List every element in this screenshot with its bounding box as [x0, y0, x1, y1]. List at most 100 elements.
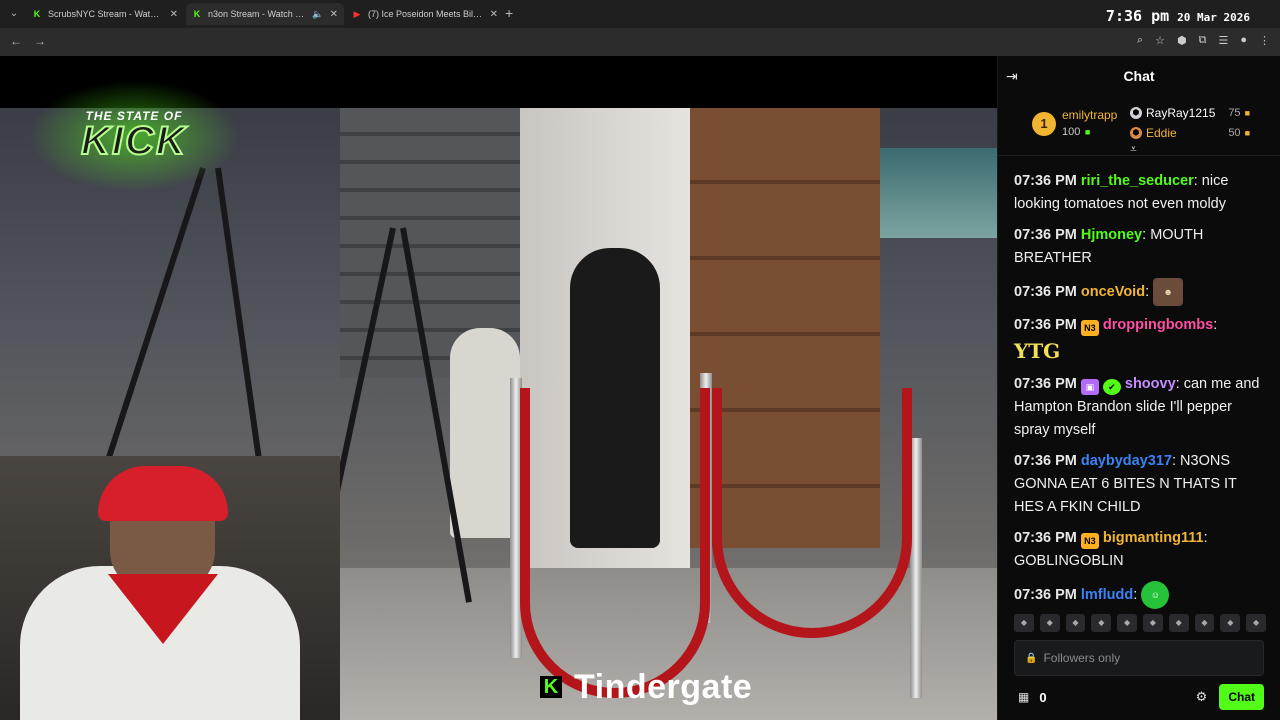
- emote-icon[interactable]: ◆: [1168, 614, 1189, 632]
- gift-icon: ■: [1084, 127, 1091, 137]
- chat-panel: ⇥ Chat 1 emilytrapp 100 ■ ⬢ RayRay1215 7…: [997, 56, 1280, 720]
- leaderboard-count: 75: [1228, 107, 1241, 119]
- caption-text: Tindergate: [574, 667, 753, 706]
- browser-tab-bar: ⌄ K ScrubsNYC Stream - Watch Live ✕ K n3…: [0, 0, 1280, 28]
- ytg-emote: YTG: [1014, 339, 1061, 363]
- n3-badge-icon: N3: [1080, 533, 1099, 549]
- speaker-icon[interactable]: 🔈: [312, 9, 323, 20]
- tab-title: (7) Ice Poseidon Meets Bill Clint: [368, 9, 484, 19]
- reading-list-icon[interactable]: ☰: [1218, 34, 1228, 47]
- message-time: 07:36 PM: [1014, 227, 1077, 243]
- gift-icon: ■: [1244, 108, 1250, 118]
- forward-arrow-icon[interactable]: →: [34, 34, 46, 48]
- kick-icon: K: [33, 9, 41, 19]
- kick-logo-icon: K: [540, 676, 562, 698]
- message-time: 07:36 PM: [1014, 317, 1077, 333]
- lock-icon: 🔒: [1025, 652, 1038, 664]
- velvet-rope: [520, 388, 710, 698]
- state-of-kick-logo: THE STATE OF KICK: [28, 80, 240, 192]
- logo-main-text: KICK: [80, 118, 187, 164]
- gear-icon[interactable]: ⚙: [1196, 689, 1208, 705]
- emote-icon[interactable]: ◆: [1014, 614, 1034, 632]
- message-username[interactable]: shoovy: [1125, 376, 1176, 392]
- message-time: 07:36 PM: [1014, 530, 1077, 546]
- chat-message: 07:36 PM daybyday317: N3ONS GONNA EAT 6 B…: [1014, 453, 1237, 515]
- chat-input[interactable]: 🔒 Followers only: [1014, 640, 1264, 676]
- star-icon[interactable]: ☆: [1155, 34, 1165, 47]
- tab-n3on[interactable]: K n3on Stream - Watch Live o 🔈 ✕: [186, 3, 344, 25]
- chat-message: 07:36 PM riri_the_seducer: nice looking t…: [1014, 173, 1229, 212]
- leaderboard-username: Eddie: [1146, 126, 1177, 140]
- clock: 7:36 pm 20 Mar 2026: [1106, 7, 1250, 25]
- chat-message: 07:36 PM N3 bigmanting111: GOBLINGOBLIN: [1014, 530, 1208, 569]
- zoom-icon[interactable]: ⌕: [1137, 34, 1143, 47]
- message-username[interactable]: Hjmoney: [1081, 227, 1142, 243]
- close-icon[interactable]: ✕: [170, 9, 178, 20]
- chat-message: 07:36 PM lmfludd: ☺: [1014, 581, 1270, 609]
- leaderboard-count: 100: [1062, 126, 1081, 138]
- kick-icon: K: [193, 9, 201, 19]
- message-username[interactable]: lmfludd: [1081, 587, 1133, 603]
- back-arrow-icon[interactable]: ←: [10, 34, 22, 48]
- message-time: 07:36 PM: [1014, 376, 1077, 392]
- window-background: [880, 148, 997, 238]
- leaderboard-first[interactable]: 1 emilytrapp 100 ■: [1032, 108, 1117, 140]
- extension-icon[interactable]: ⬢: [1177, 34, 1187, 47]
- message-username[interactable]: bigmanting111: [1103, 530, 1204, 546]
- puzzle-icon[interactable]: ⧉: [1199, 34, 1207, 47]
- emote-quick-bar: ◆ ◆ ◆ ◆ ◆ ◆ ◆ ◆ ◆ ◆: [1014, 614, 1266, 632]
- chat-message: 07:36 PM onceVoid: ☻: [1014, 278, 1270, 306]
- chat-message: 07:36 PM N3 droppingbombs: YTG: [1014, 317, 1218, 363]
- leaderboard-username: RayRay1215: [1146, 106, 1216, 120]
- message-time: 07:36 PM: [1014, 283, 1077, 300]
- leaderboard-count: 50: [1228, 127, 1241, 139]
- clock-date: 20 Mar 2026: [1177, 11, 1250, 24]
- emote-icon[interactable]: ◆: [1246, 614, 1266, 632]
- profile-avatar-icon[interactable]: ●: [1240, 34, 1247, 47]
- youtube-icon: ▶: [353, 9, 361, 19]
- chat-header: ⇥ Chat: [998, 56, 1280, 96]
- leaderboard-second[interactable]: ⬢ RayRay1215 75 ■: [1130, 106, 1250, 120]
- message-username[interactable]: onceVoid: [1081, 284, 1145, 300]
- message-username[interactable]: daybyday317: [1081, 453, 1172, 469]
- new-tab-button[interactable]: +: [505, 5, 513, 21]
- pinned-expand-icon[interactable]: ⩡: [1130, 142, 1137, 157]
- send-chat-button[interactable]: Chat: [1219, 684, 1264, 710]
- close-icon[interactable]: ✕: [490, 9, 498, 20]
- stream-player[interactable]: THE STATE OF KICK K Tindergate: [0, 56, 997, 720]
- tab-search-chevron-icon[interactable]: ⌄: [6, 6, 22, 22]
- chat-footer: ▦ 0 ⚙ Chat: [1014, 684, 1264, 710]
- streamer-red-cap: [98, 466, 228, 521]
- message-time: 07:36 PM: [1014, 586, 1077, 603]
- emote-icon[interactable]: ◆: [1091, 614, 1112, 632]
- tab-title: n3on Stream - Watch Live o: [208, 9, 307, 19]
- emote-icon[interactable]: ◆: [1065, 614, 1086, 632]
- emote-icon[interactable]: ◆: [1142, 614, 1163, 632]
- tab-title: ScrubsNYC Stream - Watch Live: [48, 9, 164, 19]
- leaderboard-username: emilytrapp: [1062, 108, 1118, 122]
- browser-toolbar: ← → ⌕ ☆ ⬢ ⧉ ☰ ● ⋮: [0, 28, 1280, 56]
- stream-caption: K Tindergate: [540, 667, 752, 707]
- message-username[interactable]: riri_the_seducer: [1081, 173, 1194, 189]
- face-emote-icon: ☻: [1153, 278, 1184, 306]
- message-time: 07:36 PM: [1014, 453, 1077, 469]
- emote-icon[interactable]: ◆: [1117, 614, 1137, 632]
- points-icon[interactable]: ▦: [1018, 690, 1029, 704]
- message-username[interactable]: droppingbombs: [1103, 317, 1213, 333]
- chat-message: 07:36 PM Hjmoney: MOUTH BREATHER: [1014, 227, 1204, 266]
- close-icon[interactable]: ✕: [330, 9, 338, 20]
- gift-leaderboard: 1 emilytrapp 100 ■ ⬢ RayRay1215 75 ■ ⬢ E…: [998, 96, 1280, 156]
- leaderboard-third[interactable]: ⬢ Eddie 50 ■: [1130, 126, 1250, 140]
- emote-icon[interactable]: ◆: [1039, 614, 1060, 632]
- more-menu-icon[interactable]: ⋮: [1259, 34, 1270, 47]
- emote-icon[interactable]: ◆: [1194, 614, 1215, 632]
- gift-badge-icon: ▣: [1080, 379, 1099, 395]
- emote-icon[interactable]: ◆: [1220, 614, 1241, 632]
- clock-time: 7:36 pm: [1105, 7, 1170, 25]
- collapse-chat-icon[interactable]: ⇥: [1006, 68, 1018, 85]
- chat-message: 07:36 PM ▣ ✔ shoovy: can me and Hampton Bra…: [1014, 376, 1260, 438]
- tab-ice-poseidon[interactable]: ▶ (7) Ice Poseidon Meets Bill Clint ✕: [346, 3, 504, 25]
- tab-scrubsnyc[interactable]: K ScrubsNYC Stream - Watch Live ✕: [26, 3, 184, 25]
- toolbar-actions: ⌕ ☆ ⬢ ⧉ ☰ ● ⋮: [1137, 34, 1270, 47]
- channel-points: 0: [1039, 689, 1047, 705]
